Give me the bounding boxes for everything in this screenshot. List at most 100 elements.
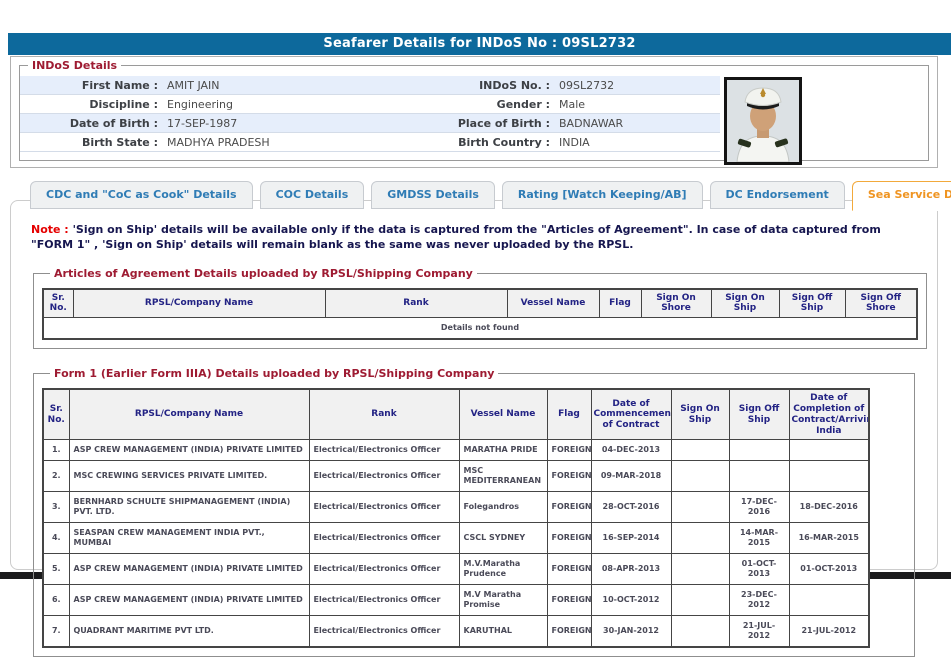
note-text: Note : 'Sign on Ship' details will be av… [31, 223, 917, 253]
table-cell: 21-JUL-2012 [789, 616, 869, 648]
table-cell: 1. [43, 440, 69, 461]
form1-table: Sr. No.RPSL/Company NameRankVessel NameF… [42, 388, 870, 648]
tab-gmdss-details[interactable]: GMDSS Details [371, 181, 495, 209]
articles-of-agreement-fieldset: Articles of Agreement Details uploaded b… [33, 267, 927, 350]
column-header: Sign On Ship [711, 289, 779, 318]
field-value: AMIT JAIN [167, 79, 220, 92]
table-cell: FOREIGN [547, 440, 591, 461]
column-header: Sign Off Ship [779, 289, 845, 318]
field-value: Male [559, 98, 585, 111]
table-cell: Electrical/Electronics Officer [309, 616, 459, 648]
empty-message: Details not found [43, 318, 917, 340]
column-header: Flag [547, 389, 591, 440]
table-cell: Electrical/Electronics Officer [309, 440, 459, 461]
table-cell: 23-DEC-2012 [729, 585, 789, 616]
note-body: 'Sign on Ship' details will be available… [31, 223, 881, 251]
column-header: RPSL/Company Name [73, 289, 325, 318]
table-cell: M.V Maratha Promise [459, 585, 547, 616]
table-cell [671, 585, 729, 616]
table-cell: 16-SEP-2014 [591, 523, 671, 554]
sea-service-panel: Note : 'Sign on Ship' details will be av… [10, 200, 938, 570]
table-cell: ASP CREW MANAGEMENT (INDIA) PRIVATE LIMI… [69, 554, 309, 585]
empty-row: Details not found [43, 318, 917, 340]
field-label: Place of Birth [450, 117, 550, 130]
table-cell: 09-MAR-2018 [591, 461, 671, 492]
table-cell: Electrical/Electronics Officer [309, 585, 459, 616]
header-row: Sr. No.RPSL/Company NameRankVessel NameF… [43, 389, 869, 440]
column-header: Sign Off Ship [729, 389, 789, 440]
tab-rating-watch-keeping-ab[interactable]: Rating [Watch Keeping/AB] [502, 181, 703, 209]
table-cell: Electrical/Electronics Officer [309, 461, 459, 492]
tab-cdc-and-coc-as-cook-details[interactable]: CDC and "CoC as Cook" Details [30, 181, 253, 209]
table-cell: FOREIGN [547, 492, 591, 523]
table-cell: 21-JUL-2012 [729, 616, 789, 648]
table-cell [671, 616, 729, 648]
table-cell: MARATHA PRIDE [459, 440, 547, 461]
table-cell: 4. [43, 523, 69, 554]
tab-coc-details[interactable]: COC Details [260, 181, 365, 209]
field-value: BADNAWAR [559, 117, 623, 130]
table-cell: FOREIGN [547, 616, 591, 648]
detail-row: Birth StateMADHYA PRADESH Birth CountryI… [20, 133, 720, 152]
table-cell: 7. [43, 616, 69, 648]
detail-row: First NameAMIT JAIN INDoS No.09SL2732 [20, 76, 720, 95]
column-header: Date of Completion of Contract/Arriving … [789, 389, 869, 440]
field-label: Date of Birth [20, 117, 158, 130]
tabs-row: CDC and "CoC as Cook" DetailsCOC Details… [30, 181, 951, 210]
table-cell: 18-DEC-2016 [789, 492, 869, 523]
table-row: 5.ASP CREW MANAGEMENT (INDIA) PRIVATE LI… [43, 554, 869, 585]
seafarer-photo [724, 77, 802, 165]
field-value: 17-SEP-1987 [167, 117, 237, 130]
field-label: Discipline [20, 98, 158, 111]
column-header: Sign On Shore [641, 289, 711, 318]
table-cell: 30-JAN-2012 [591, 616, 671, 648]
table-cell: 17-DEC-2016 [729, 492, 789, 523]
tab-sea-service-details[interactable]: Sea Service Details [852, 181, 951, 211]
table-cell: MSC MEDITERRANEAN [459, 461, 547, 492]
detail-row: Date of Birth 17-SEP-1987 Place of Birth B… [20, 114, 720, 133]
column-header: Date of Commencement of Contract [591, 389, 671, 440]
table-cell: Folegandros [459, 492, 547, 523]
table-cell: FOREIGN [547, 461, 591, 492]
table-cell: SEASPAN CREW MANAGEMENT INDIA PVT., MUMB… [69, 523, 309, 554]
articles-table: Sr. No.RPSL/Company NameRankVessel NameF… [42, 288, 918, 341]
table-cell: Electrical/Electronics Officer [309, 492, 459, 523]
field-value: Engineering [167, 98, 233, 111]
table-cell: MSC CREWING SERVICES PRIVATE LIMITED. [69, 461, 309, 492]
form1-fieldset: Form 1 (Earlier Form IIIA) Details uploa… [33, 367, 915, 657]
table-cell: 01-OCT-2013 [729, 554, 789, 585]
column-header: Rank [325, 289, 507, 318]
table-cell [671, 554, 729, 585]
table-cell: Electrical/Electronics Officer [309, 554, 459, 585]
field-label: Birth State [20, 136, 158, 149]
table-cell: 2. [43, 461, 69, 492]
table-row: 2.MSC CREWING SERVICES PRIVATE LIMITED.E… [43, 461, 869, 492]
tab-dc-endorsement[interactable]: DC Endorsement [710, 181, 845, 209]
table-cell: 10-OCT-2012 [591, 585, 671, 616]
field-value: INDIA [559, 136, 590, 149]
column-header: Vessel Name [507, 289, 599, 318]
table-row: 6.ASP CREW MANAGEMENT (INDIA) PRIVATE LI… [43, 585, 869, 616]
table-cell: ASP CREW MANAGEMENT (INDIA) PRIVATE LIMI… [69, 585, 309, 616]
table-cell [789, 440, 869, 461]
field-label: Birth Country [450, 136, 550, 149]
column-header: Sr. No. [43, 289, 73, 318]
table-cell: 08-APR-2013 [591, 554, 671, 585]
table-cell: 14-MAR-2015 [729, 523, 789, 554]
articles-legend: Articles of Agreement Details uploaded b… [50, 267, 477, 280]
table-cell [671, 440, 729, 461]
table-cell: M.V.Maratha Prudence [459, 554, 547, 585]
table-cell: BERNHARD SCHULTE SHIPMANAGEMENT (INDIA) … [69, 492, 309, 523]
table-cell: QUADRANT MARITIME PVT LTD. [69, 616, 309, 648]
field-value: 09SL2732 [559, 79, 614, 92]
field-label: Gender [450, 98, 550, 111]
column-header: Vessel Name [459, 389, 547, 440]
page-title: Seafarer Details for INDoS No : 09SL2732 [8, 33, 951, 55]
table-row: 1.ASP CREW MANAGEMENT (INDIA) PRIVATE LI… [43, 440, 869, 461]
indos-details-box: INDoS Details First NameAMIT JAIN INDoS … [10, 56, 938, 168]
table-cell: FOREIGN [547, 585, 591, 616]
table-cell: KARUTHAL [459, 616, 547, 648]
column-header: Sign Off Shore [845, 289, 917, 318]
table-cell: Electrical/Electronics Officer [309, 523, 459, 554]
indos-detail-rows: First NameAMIT JAIN INDoS No.09SL2732 Di… [20, 76, 720, 152]
